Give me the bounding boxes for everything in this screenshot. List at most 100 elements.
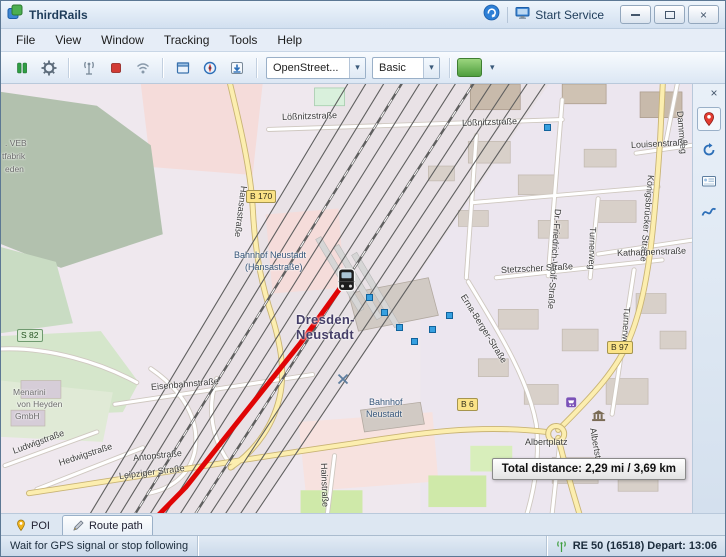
map-label: Erna-Berger-Straße [459,292,509,364]
map-label: Antonstraße [132,448,182,463]
map-label: Menarini [13,387,46,397]
antenna-button[interactable] [76,56,101,79]
menu-item-view[interactable]: View [46,30,90,50]
map-side-toolbar: × [692,84,725,513]
sync-icon[interactable] [483,4,500,26]
info-card-button[interactable] [697,169,721,193]
map-label: . VEB [5,138,27,148]
pencil-icon [72,519,85,532]
route-profile-button[interactable] [697,200,721,224]
status-message: Wait for GPS signal or stop following [1,536,198,556]
map-label: Albertplatz [525,437,568,447]
map-label: GmbH [15,411,40,421]
wifi-icon [135,60,151,76]
tab-poi[interactable]: POI [6,516,59,535]
tab-route-path-label: Route path [89,520,143,532]
minimize-button[interactable] [620,5,651,24]
titlebar[interactable]: ThirdRails Start Service × [1,1,725,29]
start-service-button[interactable]: Start Service [515,6,604,23]
download-button[interactable] [224,56,249,79]
waypoint-marker[interactable] [366,294,373,301]
statusbar: Wait for GPS signal or stop following RE… [1,535,725,556]
circular-arrow-icon [701,142,717,158]
map-label: Katharinenstraße [617,246,686,258]
map-label: Neustadt [366,409,402,419]
menu-item-file[interactable]: File [7,30,44,50]
map-provider-select[interactable]: OpenStreet... ▾ [266,57,366,79]
pause-button[interactable] [9,56,34,79]
map-label: Bahnhof [369,397,403,407]
map-label: Neustadt [296,327,354,342]
toolbar-separator [68,58,69,78]
map-close-button[interactable]: × [706,86,722,100]
map-label: Lößnitzstraße [462,116,517,128]
poi-pin-icon [15,519,27,532]
poi-pin-button[interactable] [697,107,721,131]
maximize-button[interactable] [654,5,685,24]
waypoint-marker[interactable] [544,124,551,131]
road-ref-badge: S 82 [17,329,43,342]
toolbar: OpenStreet... ▾ Basic ▾ ▾ [1,52,725,84]
wifi-button[interactable] [130,56,155,79]
menu-item-tracking[interactable]: Tracking [155,30,219,50]
distance-tooltip: Total distance: 2,29 mi / 3,69 km [492,458,686,480]
layer-color-button[interactable] [457,56,482,79]
titlebar-right: Start Service × [483,4,719,26]
layer-color-dropdown[interactable]: ▾ [484,57,499,78]
bottom-tabbar: POI Route path [1,513,725,535]
tab-poi-label: POI [31,520,50,532]
download-icon [229,60,245,76]
map-provider-value: OpenStreet... [267,62,349,74]
titlebar-separator [507,7,508,23]
gear-icon [41,60,57,76]
info-card-icon [701,173,717,189]
menu-item-window[interactable]: Window [92,30,153,50]
menu-item-tools[interactable]: Tools [220,30,266,50]
map-window-icon [175,60,191,76]
start-service-label: Start Service [535,8,604,22]
map-label: Stetzscher Straße [501,261,573,275]
stop-button[interactable] [103,56,128,79]
close-button[interactable]: × [688,5,719,24]
app-icon [7,4,23,25]
tab-route-path[interactable]: Route path [62,515,153,535]
toolbar-separator [162,58,163,78]
waypoint-marker[interactable] [429,326,436,333]
waypoint-marker[interactable] [396,324,403,331]
chevron-down-icon: ▾ [423,58,439,78]
antenna-icon [81,60,97,76]
map-label: Hainstraße [319,463,331,507]
map-pin-icon [701,111,717,127]
compass-button[interactable] [197,56,222,79]
map-window-button[interactable] [170,56,195,79]
map-style-value: Basic [373,62,423,74]
map-label: von Heyden [17,399,62,409]
map-label: Dr.-Friedrich-Wolf-Straße [546,209,563,310]
signal-antenna-icon [555,540,568,553]
menubar: File View Window Tracking Tools Help [1,29,725,52]
toolbar-separator [256,58,257,78]
settings-button[interactable] [36,56,61,79]
map-labels: . VEBtfabrikedenHansastraßeLößnitzstraße… [1,84,692,513]
navigation-button[interactable] [697,138,721,162]
waypoint-marker[interactable] [411,338,418,345]
map-row: . VEBtfabrikedenHansastraßeLößnitzstraße… [1,84,725,513]
waypoint-marker[interactable] [381,309,388,316]
toolbar-separator [449,58,450,78]
map-canvas[interactable]: . VEBtfabrikedenHansastraßeLößnitzstraße… [1,84,692,513]
compass-icon [202,60,218,76]
green-swatch-icon [457,58,482,77]
menu-item-help[interactable]: Help [268,30,311,50]
window-controls: × [617,5,719,24]
map-label: Ludwigstraße [11,428,65,456]
status-train-info: RE 50 (16518) Depart: 13:06 [546,536,725,556]
road-ref-badge: B 170 [246,190,276,203]
map-label: Lößnitzstraße [282,110,337,122]
curve-icon [701,204,717,220]
map-label: Hedwigstraße [57,441,113,468]
waypoint-marker[interactable] [446,312,453,319]
map-label: Leipziger Straße [118,463,185,481]
map-label: Dammweg [675,111,689,155]
map-label: Bahnhof Neustadt [234,250,306,260]
map-style-select[interactable]: Basic ▾ [372,57,440,79]
